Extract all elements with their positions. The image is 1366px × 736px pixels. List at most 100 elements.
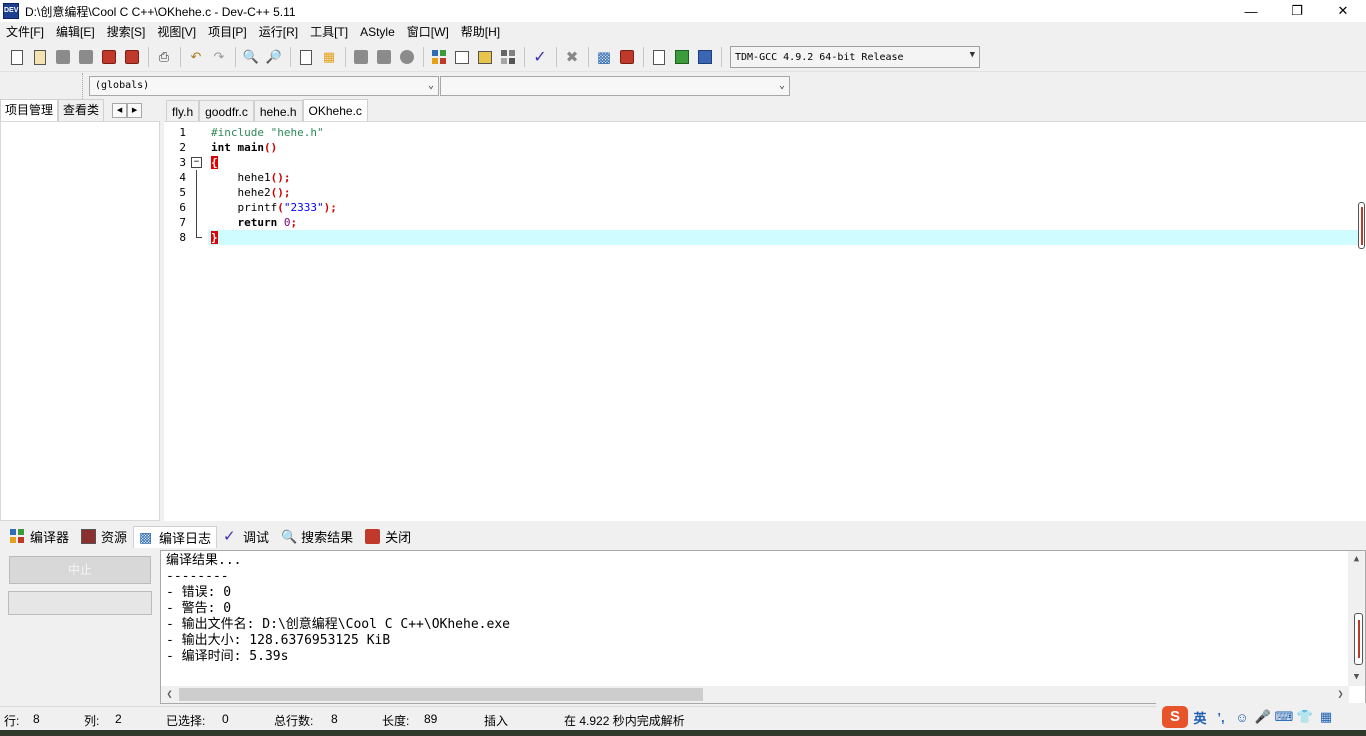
menu-search[interactable]: 搜索[S] <box>101 22 152 43</box>
tab-debug[interactable]: ✓ 调试 <box>217 526 275 548</box>
tab-close[interactable]: 关闭 <box>359 526 417 548</box>
delete-profile-button[interactable] <box>616 46 638 68</box>
scroll-left-icon[interactable]: ❮ <box>161 686 178 703</box>
member-combo[interactable]: ⌄ <box>440 76 790 96</box>
microphone-icon[interactable]: 🎤 <box>1254 708 1272 726</box>
tab-project-manager[interactable]: 项目管理 <box>0 99 59 121</box>
scroll-right-icon[interactable]: ❯ <box>1332 686 1349 703</box>
redo-button[interactable]: ↷ <box>208 46 230 68</box>
minimize-button[interactable]: — <box>1228 0 1274 22</box>
tab-search-results[interactable]: 🔍 搜索结果 <box>275 526 359 548</box>
compile-run-button[interactable] <box>474 46 496 68</box>
compile-log[interactable]: 编译结果... -------- - 错误: 0 - 警告: 0 - 输出文件名… <box>160 550 1366 704</box>
editor-tab-goodfr-c[interactable]: goodfr.c <box>199 100 254 121</box>
chevron-down-icon: ⌄ <box>778 80 785 91</box>
menu-run[interactable]: 运行[R] <box>253 22 304 43</box>
keyboard-icon[interactable]: ⌨ <box>1275 708 1294 726</box>
compile-button[interactable] <box>428 46 450 68</box>
new-file-icon <box>11 49 23 65</box>
sogou-ime-icon[interactable]: S <box>1162 706 1188 728</box>
replace-button[interactable]: 🔎 <box>263 46 285 68</box>
log-line: - 警告: 0 <box>166 601 232 616</box>
print-button[interactable]: ⎙ <box>153 46 175 68</box>
rebuild-icon <box>501 50 515 64</box>
bookmark-icon: ▦ <box>322 49 336 64</box>
undo-button[interactable]: ↶ <box>185 46 207 68</box>
menu-edit[interactable]: 编辑[E] <box>50 22 101 43</box>
close-file-button[interactable] <box>98 46 120 68</box>
tab-resources[interactable]: 资源 <box>75 526 133 548</box>
code-line-7: return 0; <box>211 216 298 229</box>
scope-combo-value: (globals) <box>95 80 150 91</box>
editor-tab-hehe-h[interactable]: hehe.h <box>253 100 303 121</box>
fold-collapse-icon[interactable]: − <box>191 157 202 168</box>
save-button[interactable] <box>52 46 74 68</box>
add-to-project-button[interactable] <box>671 46 693 68</box>
goto-line-button[interactable] <box>295 46 317 68</box>
status-length-value: 89 <box>424 712 438 726</box>
line-number: 6 <box>179 201 186 214</box>
scope-combo[interactable]: (globals) ⌄ <box>89 76 439 96</box>
ime-language-toggle[interactable]: 英 <box>1191 708 1209 726</box>
tab-scroll-right-button[interactable]: ▶ <box>127 103 143 118</box>
skin-icon[interactable]: 👕 <box>1296 708 1314 726</box>
editor-tab-okhehe-c[interactable]: OKhehe.c <box>302 99 368 121</box>
project-tree-panel[interactable] <box>0 121 160 521</box>
editor-scrollbar-indicator[interactable] <box>1358 202 1365 249</box>
menu-file[interactable]: 文件[F] <box>0 22 50 43</box>
tab-compiler[interactable]: 编译器 <box>4 526 75 548</box>
compiler-select-value: TDM-GCC 4.9.2 64-bit Release <box>735 51 904 63</box>
open-file-button[interactable] <box>29 46 51 68</box>
close-all-button[interactable] <box>121 46 143 68</box>
scroll-up-icon[interactable]: ▲ <box>1348 551 1365 568</box>
unindent-button[interactable] <box>350 46 372 68</box>
menu-view[interactable]: 视图[V] <box>151 22 202 43</box>
punctuation-icon[interactable]: ’, <box>1212 708 1230 726</box>
tab-scroll-left-button[interactable]: ◀ <box>112 103 128 118</box>
emoji-icon[interactable]: ☺ <box>1233 708 1251 726</box>
tab-compile-log[interactable]: ▩ 编译日志 <box>133 525 218 548</box>
bar-chart-icon: ▩ <box>139 528 153 545</box>
indent-button[interactable] <box>373 46 395 68</box>
profile-button[interactable]: ▩ <box>593 46 615 68</box>
toggle-bookmark-button[interactable]: ▦ <box>318 46 340 68</box>
menu-grid-icon[interactable]: ▦ <box>1317 708 1335 726</box>
rebuild-all-button[interactable] <box>497 46 519 68</box>
stop-compile-button[interactable]: 中止 <box>9 556 151 584</box>
save-all-icon <box>79 50 93 64</box>
status-sel-value: 0 <box>222 712 229 726</box>
syntax-check-button[interactable]: ✓ <box>529 46 551 68</box>
project-options-icon <box>698 50 712 64</box>
comment-button[interactable] <box>396 46 418 68</box>
scroll-down-icon[interactable]: ▼ <box>1348 669 1365 686</box>
tab-class-browser[interactable]: 查看类 <box>58 99 105 121</box>
run-button[interactable] <box>451 46 473 68</box>
stop-execution-button[interactable]: ✖ <box>561 46 583 68</box>
compiler-select[interactable]: TDM-GCC 4.9.2 64-bit Release ▼ <box>730 46 980 68</box>
menu-window[interactable]: 窗口[W] <box>401 22 455 43</box>
menu-astyle[interactable]: AStyle <box>354 22 401 43</box>
log-horizontal-scrollbar[interactable]: ❮ ❯ <box>161 686 1349 703</box>
log-scroll-indicator[interactable] <box>1354 613 1363 665</box>
editor-tab-fly-h[interactable]: fly.h <box>166 100 200 121</box>
new-project-button[interactable] <box>648 46 670 68</box>
compiler-icon <box>10 529 25 544</box>
save-all-button[interactable] <box>75 46 97 68</box>
comment-icon <box>400 50 414 64</box>
status-length-label: 长度: <box>382 714 410 728</box>
menu-tools[interactable]: 工具[T] <box>304 22 354 43</box>
code-line-5: hehe2(); <box>211 186 291 199</box>
find-button[interactable]: 🔍 <box>240 46 262 68</box>
maximize-button[interactable]: ❐ <box>1274 0 1320 22</box>
close-button[interactable]: ✕ <box>1320 0 1366 22</box>
status-sel-label: 已选择: <box>166 714 206 728</box>
scroll-thumb[interactable] <box>179 688 703 701</box>
code-editor[interactable]: 1 #include "hehe.h" 2 int main() 3 − { 4… <box>164 121 1366 521</box>
line-number: 4 <box>179 171 186 184</box>
menu-project[interactable]: 项目[P] <box>202 22 253 43</box>
code-line-8: } <box>211 231 218 244</box>
menu-help[interactable]: 帮助[H] <box>455 22 506 43</box>
new-file-button[interactable] <box>6 46 28 68</box>
project-options-button[interactable] <box>694 46 716 68</box>
open-file-icon <box>34 49 46 65</box>
